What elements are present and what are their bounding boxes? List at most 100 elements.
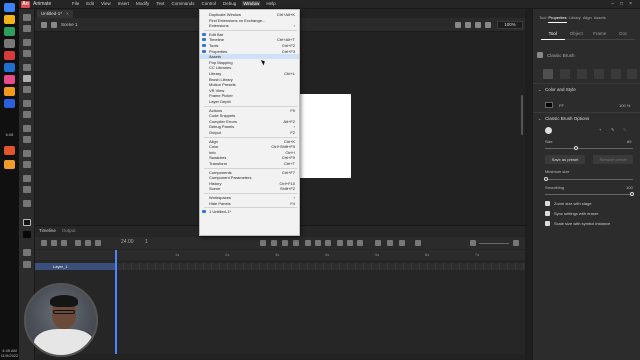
smoothing-slider-handle[interactable] xyxy=(630,192,634,196)
maximize-icon[interactable]: □ xyxy=(620,1,623,7)
stroke-color-swatch[interactable] xyxy=(23,219,31,226)
menu-item-layer-depth[interactable]: Layer Depth xyxy=(200,99,299,104)
save-preset-button[interactable]: Save as preset xyxy=(545,155,585,164)
menu-item-scene[interactable]: Scene Shift+F2 xyxy=(200,186,299,191)
menu-item-frame-picker[interactable]: Frame Picker xyxy=(200,93,299,98)
menu-view[interactable]: View xyxy=(100,1,112,6)
step-forward-icon[interactable] xyxy=(347,240,353,246)
lasso-tool-icon[interactable] xyxy=(23,50,31,57)
tab-properties[interactable]: Properties xyxy=(548,15,567,23)
brush-mode-button[interactable] xyxy=(577,69,587,79)
menu-help[interactable]: Help xyxy=(265,1,276,6)
blank-keyframe-icon[interactable] xyxy=(271,240,277,246)
stage-canvas[interactable] xyxy=(300,94,351,178)
size-slider[interactable] xyxy=(545,148,633,149)
lock-icon[interactable] xyxy=(85,240,91,246)
edit-scene-icon[interactable] xyxy=(455,22,461,28)
menu-item-tools[interactable]: Tools Ctrl+F2 xyxy=(200,43,299,48)
smoothing-slider[interactable] xyxy=(545,194,633,195)
size-slider-handle[interactable] xyxy=(574,146,578,150)
menu-item-timeline[interactable]: Timeline Ctrl+Alt+T xyxy=(200,37,299,42)
chevron-down-icon[interactable]: ⌄ xyxy=(538,87,541,92)
app-icon[interactable] xyxy=(4,87,15,96)
stage-scrollbar[interactable] xyxy=(521,95,523,135)
brush-mode-button[interactable] xyxy=(611,69,621,79)
menu-item-actions[interactable]: Actions F9 xyxy=(200,108,299,113)
show-all-icon[interactable] xyxy=(75,240,81,246)
more-tools-icon[interactable] xyxy=(23,200,31,207)
edit-symbols-icon[interactable] xyxy=(465,22,471,28)
first-frame-icon[interactable] xyxy=(305,240,311,246)
zoom-out-icon[interactable] xyxy=(470,240,476,246)
menu-item-find-extensions-on-exchange[interactable]: Find Extensions on Exchange... xyxy=(200,18,299,23)
min-size-slider[interactable] xyxy=(545,179,633,180)
menu-item-library[interactable]: Library Ctrl+L xyxy=(200,71,299,76)
last-frame-icon[interactable] xyxy=(357,240,363,246)
brush-mode-button[interactable] xyxy=(594,69,604,79)
app-icon[interactable] xyxy=(4,51,15,60)
menu-file[interactable]: File xyxy=(71,1,80,6)
brush-mode-button[interactable] xyxy=(543,69,553,79)
timeline-scrollbar[interactable] xyxy=(35,354,525,360)
menu-commands[interactable]: Commands xyxy=(171,1,196,6)
add-icon[interactable]: + xyxy=(599,127,601,132)
app-icon[interactable] xyxy=(4,146,15,155)
menu-item-vr-view[interactable]: VR View xyxy=(200,88,299,93)
eyedropper-tool-icon[interactable] xyxy=(23,161,31,168)
tab-assets[interactable]: Assets xyxy=(594,15,606,23)
classic-brush-tool-icon[interactable] xyxy=(23,75,31,82)
tab-timeline[interactable]: Timeline xyxy=(39,228,56,233)
current-frame[interactable]: 24.00 xyxy=(121,239,134,245)
rectangle-tool-icon[interactable] xyxy=(23,125,31,132)
explorer-icon[interactable] xyxy=(4,15,15,24)
menu-item-history[interactable]: History Ctrl+F10 xyxy=(200,181,299,186)
rotation-icon[interactable] xyxy=(475,22,481,28)
tween-icon[interactable] xyxy=(399,240,405,246)
menu-item-motion-presets[interactable]: Motion Presets xyxy=(200,82,299,87)
paint-bucket-tool-icon[interactable] xyxy=(23,150,31,157)
menu-item-compiler-errors[interactable]: Compiler Errors Alt+F2 xyxy=(200,119,299,124)
menu-edit[interactable]: Edit xyxy=(85,1,95,6)
chrome-icon[interactable] xyxy=(4,27,15,36)
folder-icon[interactable] xyxy=(51,240,57,246)
playhead[interactable] xyxy=(115,250,117,360)
segment-doc[interactable]: Doc xyxy=(611,28,635,40)
tab-tool[interactable]: Tool xyxy=(539,15,546,23)
size-value[interactable]: 69 xyxy=(627,139,631,144)
segment-object[interactable]: Object xyxy=(564,28,588,40)
eraser-tool-icon[interactable] xyxy=(23,86,31,93)
selection-tool-icon[interactable] xyxy=(23,14,31,21)
brush-mode-icon[interactable] xyxy=(23,249,31,256)
fill-swatch[interactable] xyxy=(545,102,553,108)
timeline-ruler[interactable]: 1s 2s 3s 4s 5s 6s 7s xyxy=(115,250,525,260)
zoom-dropdown[interactable]: 100% xyxy=(497,21,523,29)
menu-item-debug-panels[interactable]: Debug Panels › xyxy=(200,124,299,129)
close-icon[interactable]: × xyxy=(629,1,632,7)
start-icon[interactable] xyxy=(4,3,15,12)
menu-item-code-snippets[interactable]: Code Snippets xyxy=(200,113,299,118)
outline-icon[interactable] xyxy=(95,240,101,246)
menu-item-edit-bar[interactable]: Edit Bar xyxy=(200,32,299,37)
menu-item-component-parameters[interactable]: Component Parameters xyxy=(200,175,299,180)
onion-skin-icon[interactable] xyxy=(282,240,288,246)
brush-shape-icon[interactable] xyxy=(545,127,552,134)
tab-output[interactable]: Output xyxy=(62,228,76,233)
checkbox[interactable] xyxy=(545,201,550,206)
menu-item-extensions[interactable]: Extensions › xyxy=(200,23,299,28)
loop-icon[interactable] xyxy=(325,240,331,246)
menu-item-swatches[interactable]: Swatches Ctrl+F9 xyxy=(200,155,299,160)
menu-item-hide-panels[interactable]: Hide Panels F4 xyxy=(200,201,299,206)
menu-insert[interactable]: Insert xyxy=(117,1,130,6)
menu-control[interactable]: Control xyxy=(201,1,218,6)
menu-item-assets[interactable]: Assets xyxy=(200,54,299,60)
menu-item-workspaces[interactable]: Workspaces › xyxy=(200,195,299,200)
subselection-tool-icon[interactable] xyxy=(23,25,31,32)
menu-debug[interactable]: Debug xyxy=(222,1,237,6)
menu-text[interactable]: Text xyxy=(155,1,165,6)
center-frame-icon[interactable] xyxy=(415,240,421,246)
opacity-value[interactable]: 100 % xyxy=(619,103,630,108)
layer-name[interactable]: Layer_1 xyxy=(53,263,67,270)
menu-item-properties[interactable]: Properties Ctrl+F3 xyxy=(200,49,299,54)
menu-item-color[interactable]: Color Ctrl+Shift+F9 xyxy=(200,144,299,149)
pen-tool-icon[interactable] xyxy=(23,64,31,71)
